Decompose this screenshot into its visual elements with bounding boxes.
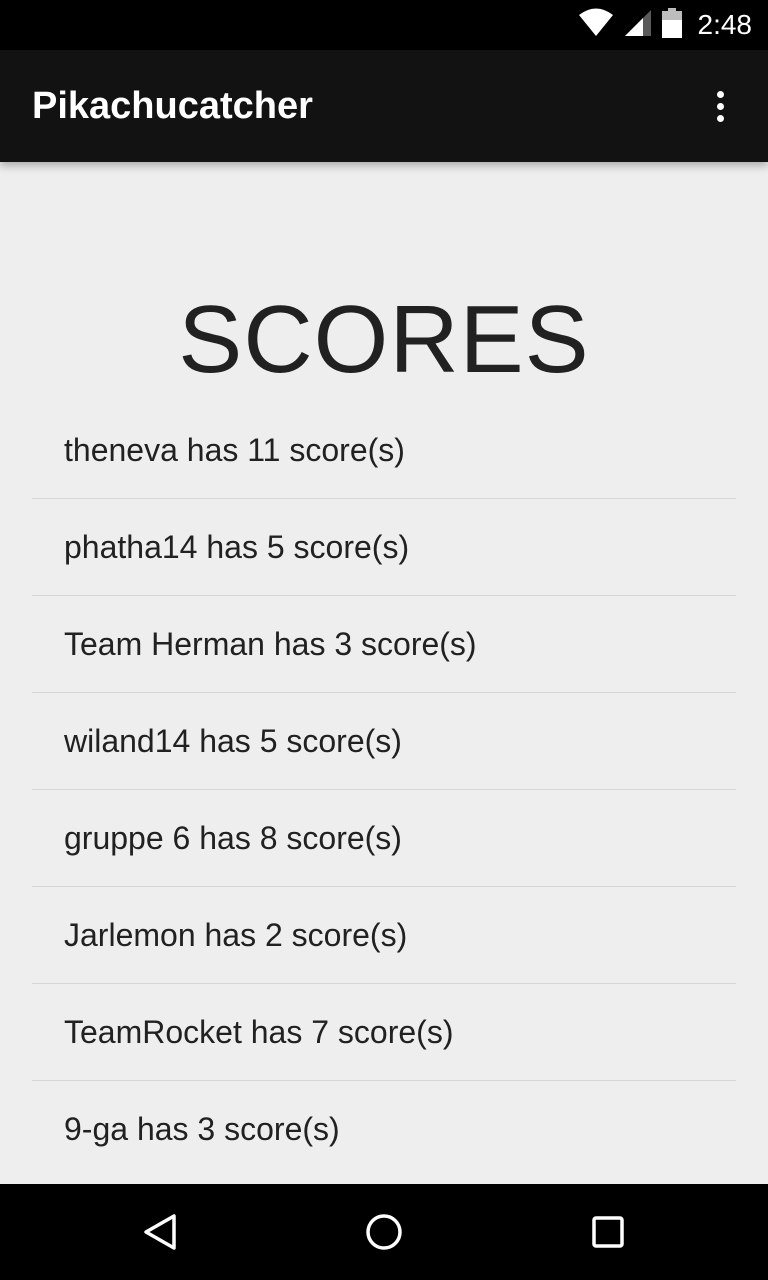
- app-title: Pikachucatcher: [32, 85, 313, 127]
- battery-icon: [661, 7, 682, 43]
- app-bar: Pikachucatcher: [0, 50, 768, 162]
- back-icon[interactable]: [136, 1208, 184, 1256]
- score-list-item[interactable]: 9-ga has 3 score(s): [32, 1081, 736, 1177]
- scores-heading: SCORES: [178, 286, 590, 393]
- clock: 2:48: [697, 9, 753, 40]
- score-list-item[interactable]: Team Herman has 3 score(s): [32, 596, 736, 693]
- overflow-dot: [716, 114, 724, 122]
- overflow-menu-icon[interactable]: [700, 86, 740, 126]
- score-list-item[interactable]: wiland14 has 5 score(s): [32, 693, 736, 790]
- status-bar: 2:48: [0, 0, 768, 50]
- score-list-item[interactable]: gruppe 6 has 8 score(s): [32, 790, 736, 887]
- overflow-dot: [716, 90, 724, 98]
- navigation-bar: [0, 1184, 768, 1280]
- recents-icon[interactable]: [584, 1208, 632, 1256]
- score-list-item[interactable]: TeamRocket has 7 score(s): [32, 984, 736, 1081]
- score-list-item[interactable]: phatha14 has 5 score(s): [32, 499, 736, 596]
- wifi-icon: [578, 8, 614, 43]
- score-list-item[interactable]: Jarlemon has 2 score(s): [32, 887, 736, 984]
- cell-signal-icon: [624, 9, 652, 42]
- status-icons: 2:48: [578, 0, 753, 50]
- score-list-item[interactable]: theneva has 11 score(s): [32, 402, 736, 499]
- overflow-dot: [716, 102, 724, 110]
- main-content: SCORES theneva has 11 score(s) phatha14 …: [0, 162, 768, 1184]
- home-icon[interactable]: [360, 1208, 408, 1256]
- score-list: theneva has 11 score(s) phatha14 has 5 s…: [32, 402, 736, 1177]
